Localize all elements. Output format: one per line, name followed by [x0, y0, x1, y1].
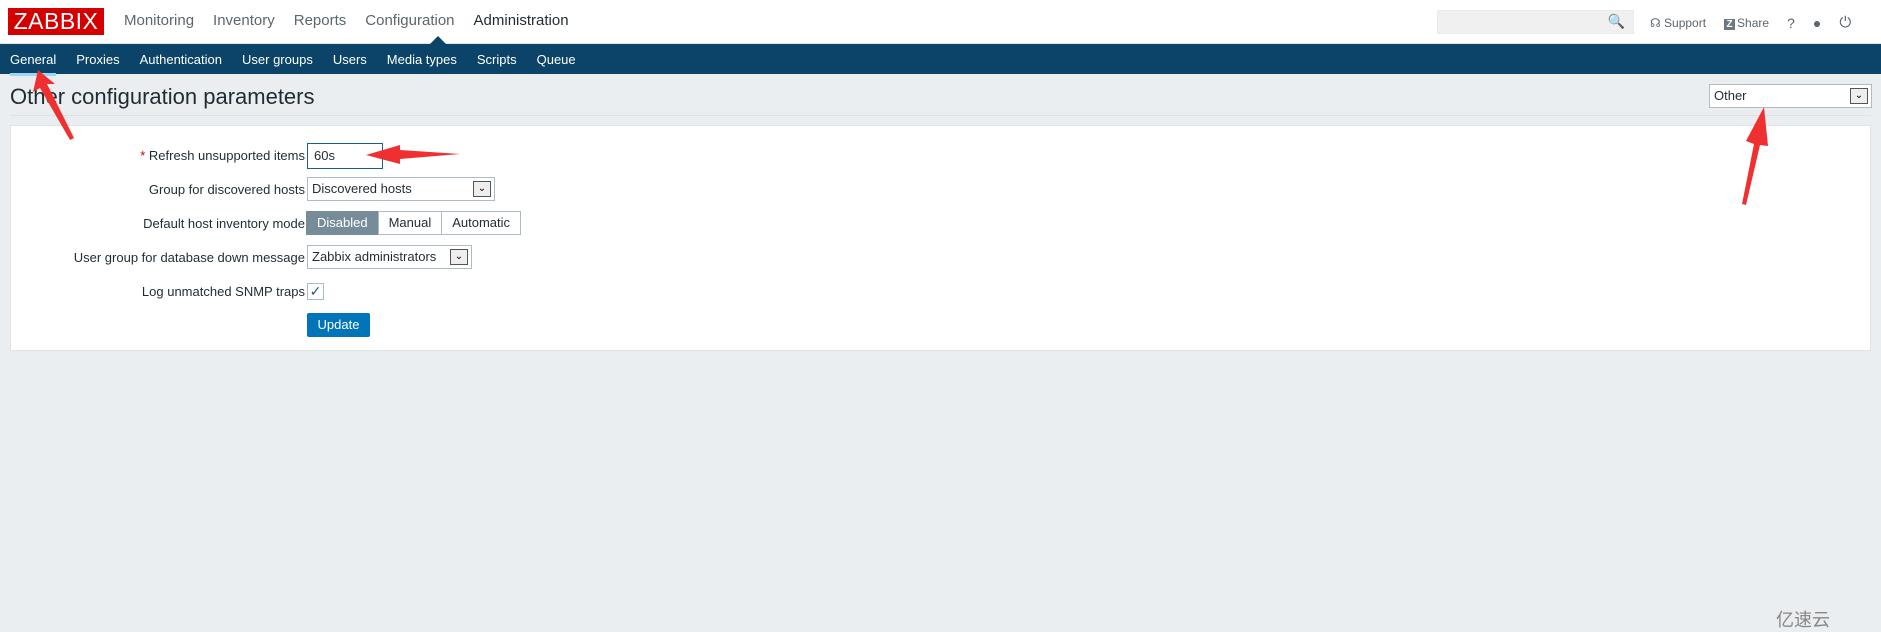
annotation-arrow-refresh	[366, 145, 460, 164]
annotation-arrow-general	[33, 70, 74, 140]
watermark: 亿速云	[1776, 610, 1830, 630]
annotation-arrow-other	[1742, 107, 1768, 205]
annotation-arrows	[33, 70, 1768, 205]
